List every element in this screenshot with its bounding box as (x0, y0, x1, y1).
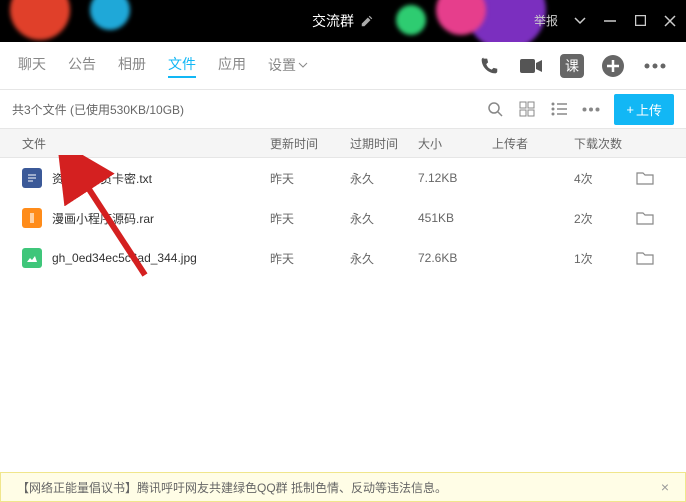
table-header: 文件 更新时间 过期时间 大小 上传者 下载次数 (0, 128, 686, 158)
minimize-button[interactable] (602, 13, 618, 29)
title-label: 交流群 (312, 11, 354, 31)
footer-text: 【网络正能量倡议书】腾讯呼吁网友共建绿色QQ群 抵制色情、反动等违法信息。 (17, 479, 447, 496)
footer-close-icon[interactable]: × (661, 479, 669, 495)
tabs: 聊天 公告 相册 文件 应用 设置 (18, 54, 308, 78)
file-time: 昨天 (270, 170, 350, 187)
edit-icon[interactable] (360, 14, 374, 28)
file-summary: 共3个文件 (已使用530KB/10GB) (12, 101, 184, 118)
table-row[interactable]: 漫画小程序源码.rar 昨天 永久 451KB 2次 (0, 198, 686, 238)
lesson-button[interactable]: 课 (560, 54, 584, 78)
file-name: 资源站会员卡密.txt (52, 170, 152, 187)
rar-file-icon (22, 208, 42, 228)
file-expire: 永久 (350, 170, 418, 187)
folder-icon[interactable] (636, 251, 654, 265)
titlebar-controls: 举报 (534, 12, 678, 29)
tab-apps[interactable]: 应用 (218, 54, 246, 78)
report-link[interactable]: 举报 (534, 12, 558, 29)
file-downloads: 2次 (574, 210, 636, 227)
add-button[interactable] (600, 53, 626, 79)
tab-settings[interactable]: 设置 (268, 54, 308, 78)
file-size: 7.12KB (418, 171, 492, 185)
chevron-down-icon (298, 62, 308, 68)
maximize-button[interactable] (632, 13, 648, 29)
subbar: 共3个文件 (已使用530KB/10GB) + 上传 (0, 90, 686, 128)
col-file[interactable]: 文件 (22, 135, 270, 152)
txt-file-icon (22, 168, 42, 188)
phone-icon[interactable] (476, 53, 502, 79)
tab-announce[interactable]: 公告 (68, 54, 96, 78)
col-downloads[interactable]: 下载次数 (574, 135, 636, 152)
image-file-icon (22, 248, 42, 268)
folder-icon[interactable] (636, 211, 654, 225)
col-time[interactable]: 更新时间 (270, 135, 350, 152)
col-expire[interactable]: 过期时间 (350, 135, 418, 152)
file-size: 72.6KB (418, 251, 492, 265)
search-icon[interactable] (486, 100, 504, 118)
col-size[interactable]: 大小 (418, 135, 492, 152)
file-name: gh_0ed34ec5c6ad_344.jpg (52, 251, 197, 265)
more-icon[interactable] (642, 53, 668, 79)
footer-banner: 【网络正能量倡议书】腾讯呼吁网友共建绿色QQ群 抵制色情、反动等违法信息。 × (0, 472, 686, 502)
table-row[interactable]: 资源站会员卡密.txt 昨天 永久 7.12KB 4次 (0, 158, 686, 198)
file-time: 昨天 (270, 210, 350, 227)
file-name: 漫画小程序源码.rar (52, 210, 154, 227)
tab-settings-label: 设置 (268, 55, 296, 75)
file-downloads: 4次 (574, 170, 636, 187)
upload-label: 上传 (636, 100, 662, 119)
more-options-icon[interactable] (582, 100, 600, 118)
folder-icon[interactable] (636, 171, 654, 185)
tab-album[interactable]: 相册 (118, 54, 146, 78)
col-uploader[interactable]: 上传者 (492, 135, 574, 152)
table-row[interactable]: gh_0ed34ec5c6ad_344.jpg 昨天 永久 72.6KB 1次 (0, 238, 686, 278)
tabs-row: 聊天 公告 相册 文件 应用 设置 课 (0, 42, 686, 90)
tab-chat[interactable]: 聊天 (18, 54, 46, 78)
file-expire: 永久 (350, 250, 418, 267)
list-view-icon[interactable] (550, 100, 568, 118)
window-title: 交流群 (312, 11, 374, 31)
plus-icon: + (626, 102, 634, 117)
titlebar: 交流群 举报 (0, 0, 686, 42)
close-button[interactable] (662, 13, 678, 29)
dropdown-icon[interactable] (572, 13, 588, 29)
file-time: 昨天 (270, 250, 350, 267)
file-size: 451KB (418, 211, 492, 225)
upload-button[interactable]: + 上传 (614, 94, 674, 125)
subbar-actions: + 上传 (486, 94, 674, 125)
file-expire: 永久 (350, 210, 418, 227)
file-downloads: 1次 (574, 250, 636, 267)
toolbar: 课 (476, 53, 668, 79)
video-icon[interactable] (518, 53, 544, 79)
tab-files[interactable]: 文件 (168, 54, 196, 78)
grid-view-icon[interactable] (518, 100, 536, 118)
